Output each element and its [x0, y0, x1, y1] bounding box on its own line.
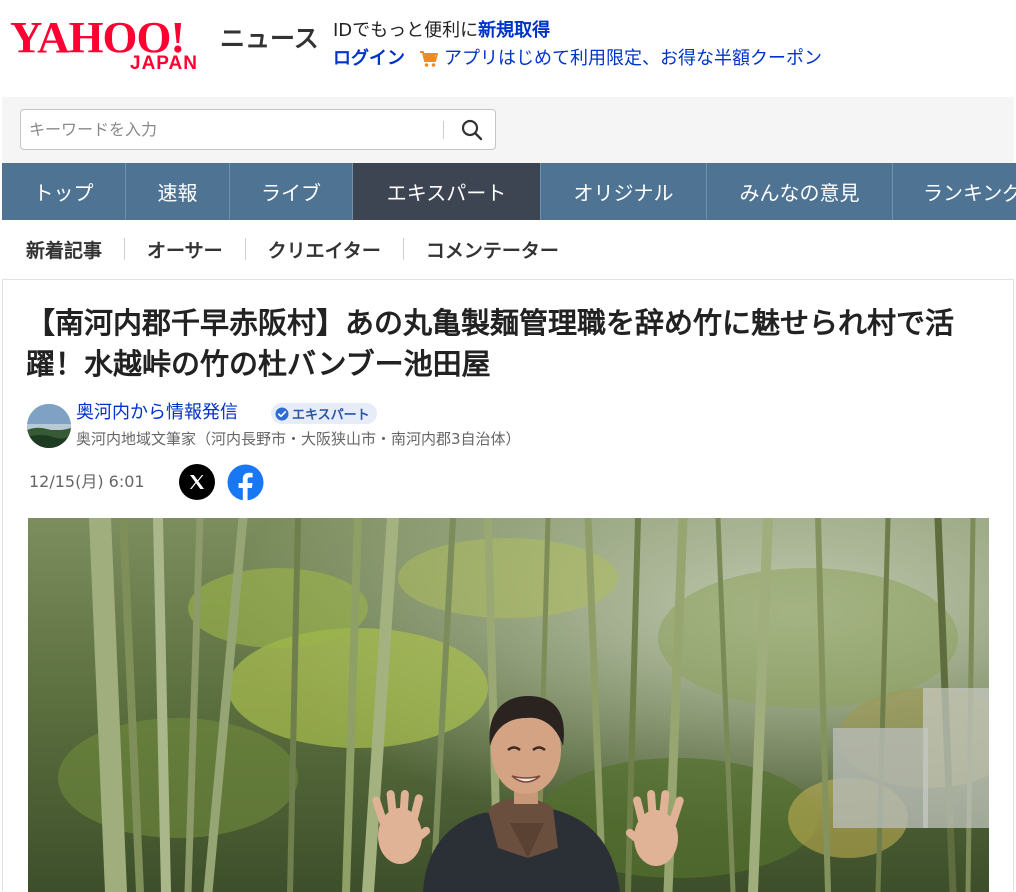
sub-nav: 新着記事 オーサー クリエイター コメンテーター — [2, 220, 1014, 278]
subnav-divider — [402, 238, 404, 260]
search-divider — [443, 121, 444, 139]
subnav-commentators[interactable]: コメンテーター — [426, 236, 559, 263]
tab-original[interactable]: オリジナル — [541, 163, 707, 220]
expert-badge-label: エキスパート — [292, 408, 370, 423]
article: 【南河内郡千早赤阪村】あの丸亀製麺管理職を辞め竹に魅せられ村で活躍！水越峠の竹の… — [2, 279, 1014, 892]
tab-label: ライブ — [261, 181, 321, 205]
expert-badge: エキスパート — [271, 403, 377, 424]
tab-breaking[interactable]: 速報 — [126, 163, 230, 220]
logo-sub: JAPAN — [130, 53, 198, 74]
facebook-icon — [227, 464, 264, 501]
author-avatar[interactable] — [27, 404, 71, 448]
subnav-divider — [124, 238, 126, 260]
tab-label: みんなの意見 — [739, 181, 860, 205]
article-date: 12/15(月) 6:01 — [29, 472, 145, 491]
id-promo: IDでもっと便利に新規取得 — [333, 19, 550, 43]
login-link[interactable]: ログイン — [333, 47, 405, 71]
search-icon — [461, 119, 483, 140]
bamboo-forest-photo — [28, 518, 989, 892]
avatar-image — [27, 404, 71, 448]
tab-label: トップ — [33, 181, 94, 205]
search-box — [20, 109, 496, 150]
tab-opinions[interactable]: みんなの意見 — [707, 163, 893, 220]
tab-label: 速報 — [157, 181, 198, 205]
tab-label: エキスパート — [386, 181, 507, 205]
promo-row: ログイン アプリはじめて利用限定、お得な半額クーポン — [333, 47, 822, 71]
cart-icon — [420, 51, 438, 67]
coupon-link[interactable]: アプリはじめて利用限定、お得な半額クーポン — [444, 47, 822, 71]
tab-label: ランキング — [923, 181, 1016, 205]
tab-ranking[interactable]: ランキング — [893, 163, 1016, 220]
site-header: YAHOO! JAPAN ニュース IDでもっと便利に新規取得 ログイン アプリ… — [0, 0, 1016, 97]
id-promo-text: IDでもっと便利に — [333, 20, 479, 41]
search-button[interactable] — [451, 111, 493, 148]
author-description: 奥河内地域文筆家（河内長野市・大阪狭山市・南河内郡3自治体） — [76, 430, 521, 448]
x-logo-icon — [190, 475, 204, 489]
service-name[interactable]: ニュース — [220, 24, 319, 54]
main-nav: トップ 速報 ライブ エキスパート オリジナル みんなの意見 ランキング — [2, 163, 1016, 220]
yahoo-japan-logo[interactable]: YAHOO! JAPAN — [10, 16, 215, 76]
tab-top[interactable]: トップ — [2, 163, 126, 220]
subnav-authors[interactable]: オーサー — [147, 236, 223, 263]
tab-expert[interactable]: エキスパート — [353, 163, 541, 220]
subnav-new-articles[interactable]: 新着記事 — [26, 236, 102, 263]
search-input[interactable] — [22, 111, 442, 148]
tab-live[interactable]: ライブ — [230, 163, 353, 220]
article-photo — [28, 518, 989, 892]
signup-link[interactable]: 新規取得 — [478, 20, 550, 41]
search-band — [2, 97, 1014, 163]
article-title: 【南河内郡千早赤阪村】あの丸亀製麺管理職を辞め竹に魅せられ村で活躍！水越峠の竹の… — [26, 306, 955, 381]
subnav-divider — [244, 238, 246, 260]
tab-label: オリジナル — [573, 181, 674, 205]
subnav-creators[interactable]: クリエイター — [268, 236, 381, 263]
author-name[interactable]: 奥河内から情報発信 — [76, 400, 238, 426]
share-x-button[interactable] — [179, 464, 215, 500]
share-facebook-button[interactable] — [227, 464, 264, 501]
verified-check-icon — [275, 407, 289, 420]
